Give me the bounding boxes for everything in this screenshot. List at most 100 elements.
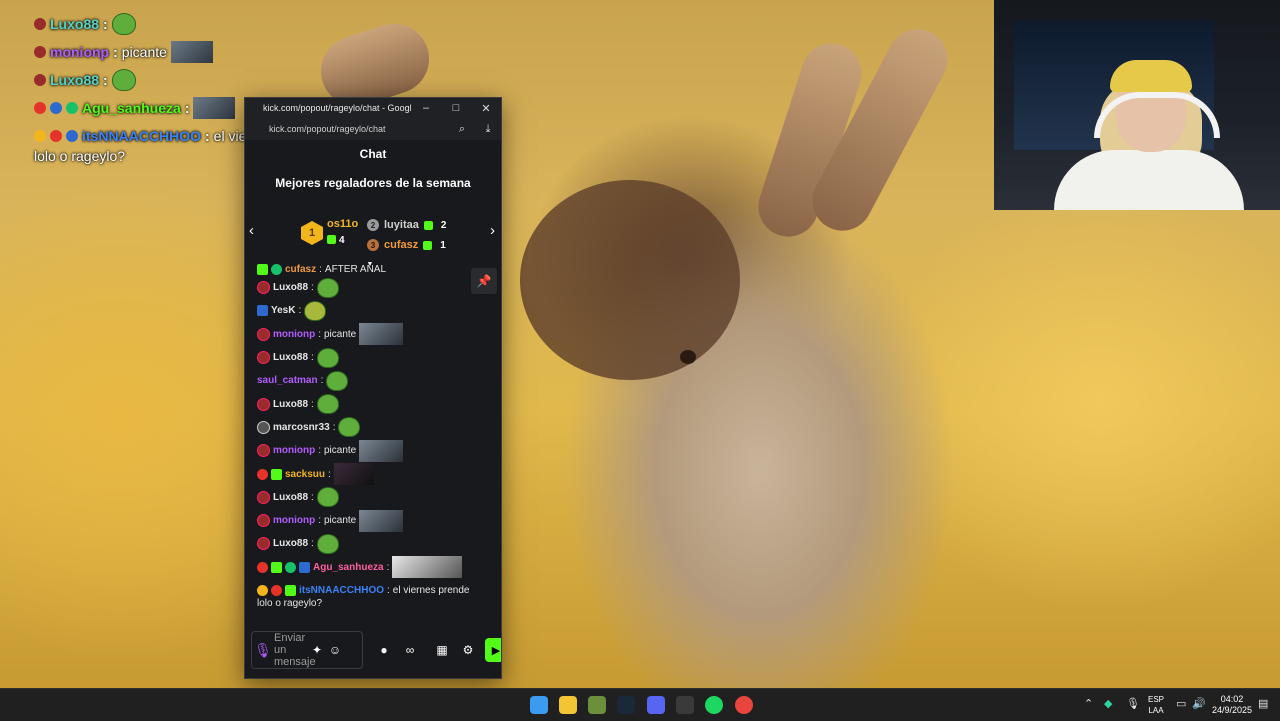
chevron-up-icon[interactable]: ⌃ bbox=[1084, 697, 1093, 710]
chat-username[interactable]: monionp bbox=[273, 329, 315, 340]
chat-username[interactable]: saul_catman bbox=[257, 375, 318, 386]
mod-badge-icon bbox=[257, 420, 270, 434]
chat-message: monionp: picante bbox=[245, 439, 501, 462]
kick-badge-icon bbox=[257, 444, 270, 458]
clock-time: 04:02 bbox=[1220, 694, 1244, 704]
og-badge-icon bbox=[66, 130, 78, 142]
notification-icon[interactable]: ▤ bbox=[1258, 697, 1268, 710]
chat-text: el viernes prende bbox=[392, 585, 470, 596]
chat-message: Luxo88: bbox=[245, 532, 501, 555]
discord-icon[interactable] bbox=[647, 696, 665, 714]
image-emote-icon bbox=[359, 509, 404, 532]
gift-icon bbox=[423, 240, 433, 250]
chat-username[interactable]: marcosnr33 bbox=[273, 422, 330, 433]
collapse-icon[interactable]: ▼ bbox=[365, 262, 375, 269]
overlay-line: monionp: picante bbox=[34, 38, 364, 66]
game-app-icon[interactable] bbox=[588, 696, 606, 714]
security-icon[interactable]: ◆ bbox=[1104, 697, 1112, 710]
chat-username[interactable]: itsNNAACCHHOO bbox=[299, 585, 384, 596]
settings-gear-icon[interactable]: ⚙ bbox=[455, 643, 481, 657]
kick-badge-icon bbox=[257, 397, 270, 411]
gift-icon bbox=[327, 235, 336, 244]
pepe-emote-icon bbox=[316, 347, 339, 368]
chat-message: Luxo88: bbox=[245, 486, 501, 509]
chat-username[interactable]: sacksuu bbox=[285, 469, 325, 480]
language-indicator[interactable]: ESP LAA bbox=[1148, 694, 1164, 716]
top-gifters-panel: Mejores regaladores de la semana ‹ › 1 o… bbox=[245, 168, 501, 262]
pepe-emote-icon bbox=[316, 533, 339, 554]
verified-badge-icon bbox=[271, 263, 282, 275]
maximize-button[interactable]: □ bbox=[441, 98, 471, 118]
chat-username[interactable]: cufasz bbox=[285, 264, 316, 275]
chat-username[interactable]: Luxo88 bbox=[273, 352, 308, 363]
keyboard-layout: LAA bbox=[1148, 706, 1164, 715]
close-button[interactable]: ✕ bbox=[471, 98, 501, 118]
og-badge-icon bbox=[50, 102, 62, 114]
chat-username[interactable]: Agu_sanhueza bbox=[313, 562, 384, 573]
chat-username[interactable]: monionp bbox=[273, 445, 315, 456]
image-emote-icon bbox=[193, 97, 236, 119]
sub-badge-icon bbox=[271, 561, 282, 573]
infinity-icon[interactable]: ∞ bbox=[397, 643, 423, 657]
url-text[interactable]: kick.com/popout/rageylo/chat bbox=[245, 124, 449, 134]
chevron-left-icon[interactable]: ‹ bbox=[249, 222, 254, 239]
chrome-icon[interactable] bbox=[735, 696, 753, 714]
microphone-tray-icon[interactable]: 🎙 bbox=[1126, 697, 1140, 710]
gifter-name: luyitaa bbox=[384, 219, 419, 231]
chat-username[interactable]: Luxo88 bbox=[273, 538, 308, 549]
kick-badge-icon bbox=[34, 74, 46, 86]
send-button[interactable]: ▶ bbox=[485, 638, 501, 662]
emoji-icon[interactable]: ☺ bbox=[326, 643, 344, 657]
kick-badge-icon bbox=[257, 281, 270, 295]
chat-message: Agu_sanhueza: bbox=[245, 556, 501, 579]
gifter-name: os11o bbox=[327, 218, 359, 230]
gold-badge-icon bbox=[257, 585, 268, 596]
volume-icon[interactable]: 🔊 bbox=[1192, 697, 1206, 710]
kicks-icon[interactable]: ● bbox=[371, 643, 397, 657]
zoom-icon[interactable]: ⌕ bbox=[449, 123, 475, 136]
image-emote-icon bbox=[333, 463, 374, 486]
chat-text: picante bbox=[324, 515, 357, 527]
window-titlebar[interactable]: kick.com/popout/rageylo/chat - Google...… bbox=[245, 98, 501, 118]
chat-text: AFTER ANAL bbox=[324, 263, 387, 275]
pepe-emote-icon bbox=[338, 417, 361, 438]
og-badge-icon bbox=[257, 305, 268, 317]
steam-icon[interactable] bbox=[617, 696, 635, 714]
chat-username[interactable]: YesK bbox=[271, 305, 295, 316]
image-emote-icon bbox=[170, 41, 213, 63]
file-explorer-icon[interactable] bbox=[559, 696, 577, 714]
overlay-message: picante bbox=[121, 44, 167, 60]
minimize-button[interactable]: – bbox=[411, 98, 441, 118]
bronze-medal-icon: 3 bbox=[367, 239, 379, 251]
image-emote-icon bbox=[359, 439, 404, 462]
kick-badge-icon bbox=[34, 18, 46, 30]
chat-username[interactable]: Luxo88 bbox=[273, 282, 308, 293]
sub-badge-icon bbox=[285, 585, 296, 596]
chat-messages[interactable]: ▼ 📌 cufasz: AFTER ANAL Luxo88: YesK: mon… bbox=[245, 262, 501, 628]
chat-message: saul_catman: bbox=[245, 369, 501, 392]
emote-menu-icon[interactable]: ✦ bbox=[308, 643, 326, 657]
pin-button[interactable]: 📌 bbox=[471, 268, 497, 294]
chat-message: monionp: picante bbox=[245, 323, 501, 346]
chat-username[interactable]: monionp bbox=[273, 515, 315, 526]
chevron-right-icon[interactable]: › bbox=[490, 222, 495, 239]
microphone-icon[interactable]: 🎙 bbox=[252, 642, 274, 659]
chat-popup-window[interactable]: kick.com/popout/rageylo/chat - Google...… bbox=[244, 97, 502, 679]
overlay-line: Luxo88: bbox=[34, 10, 364, 38]
store-icon[interactable]: ▦ bbox=[429, 643, 455, 657]
download-icon[interactable]: ⤓ bbox=[475, 123, 501, 136]
sub-badge-icon bbox=[271, 468, 282, 480]
spotify-icon[interactable] bbox=[705, 696, 723, 714]
start-icon[interactable] bbox=[530, 696, 548, 714]
chat-username[interactable]: Luxo88 bbox=[273, 399, 308, 410]
pepe-emote-icon bbox=[316, 394, 339, 415]
obs-icon[interactable] bbox=[676, 696, 694, 714]
chat-input[interactable]: 🎙 Enviar un mensaje ✦ ☺ bbox=[251, 631, 363, 669]
network-icon[interactable]: ▭ bbox=[1176, 697, 1186, 710]
chat-message: Luxo88: bbox=[245, 276, 501, 299]
clock[interactable]: 04:02 24/9/2025 bbox=[1212, 694, 1252, 716]
image-emote-icon bbox=[392, 556, 463, 579]
chat-username[interactable]: Luxo88 bbox=[273, 492, 308, 503]
gifters-title: Mejores regaladores de la semana bbox=[275, 176, 471, 190]
chat-input-placeholder: Enviar un mensaje bbox=[274, 632, 316, 668]
